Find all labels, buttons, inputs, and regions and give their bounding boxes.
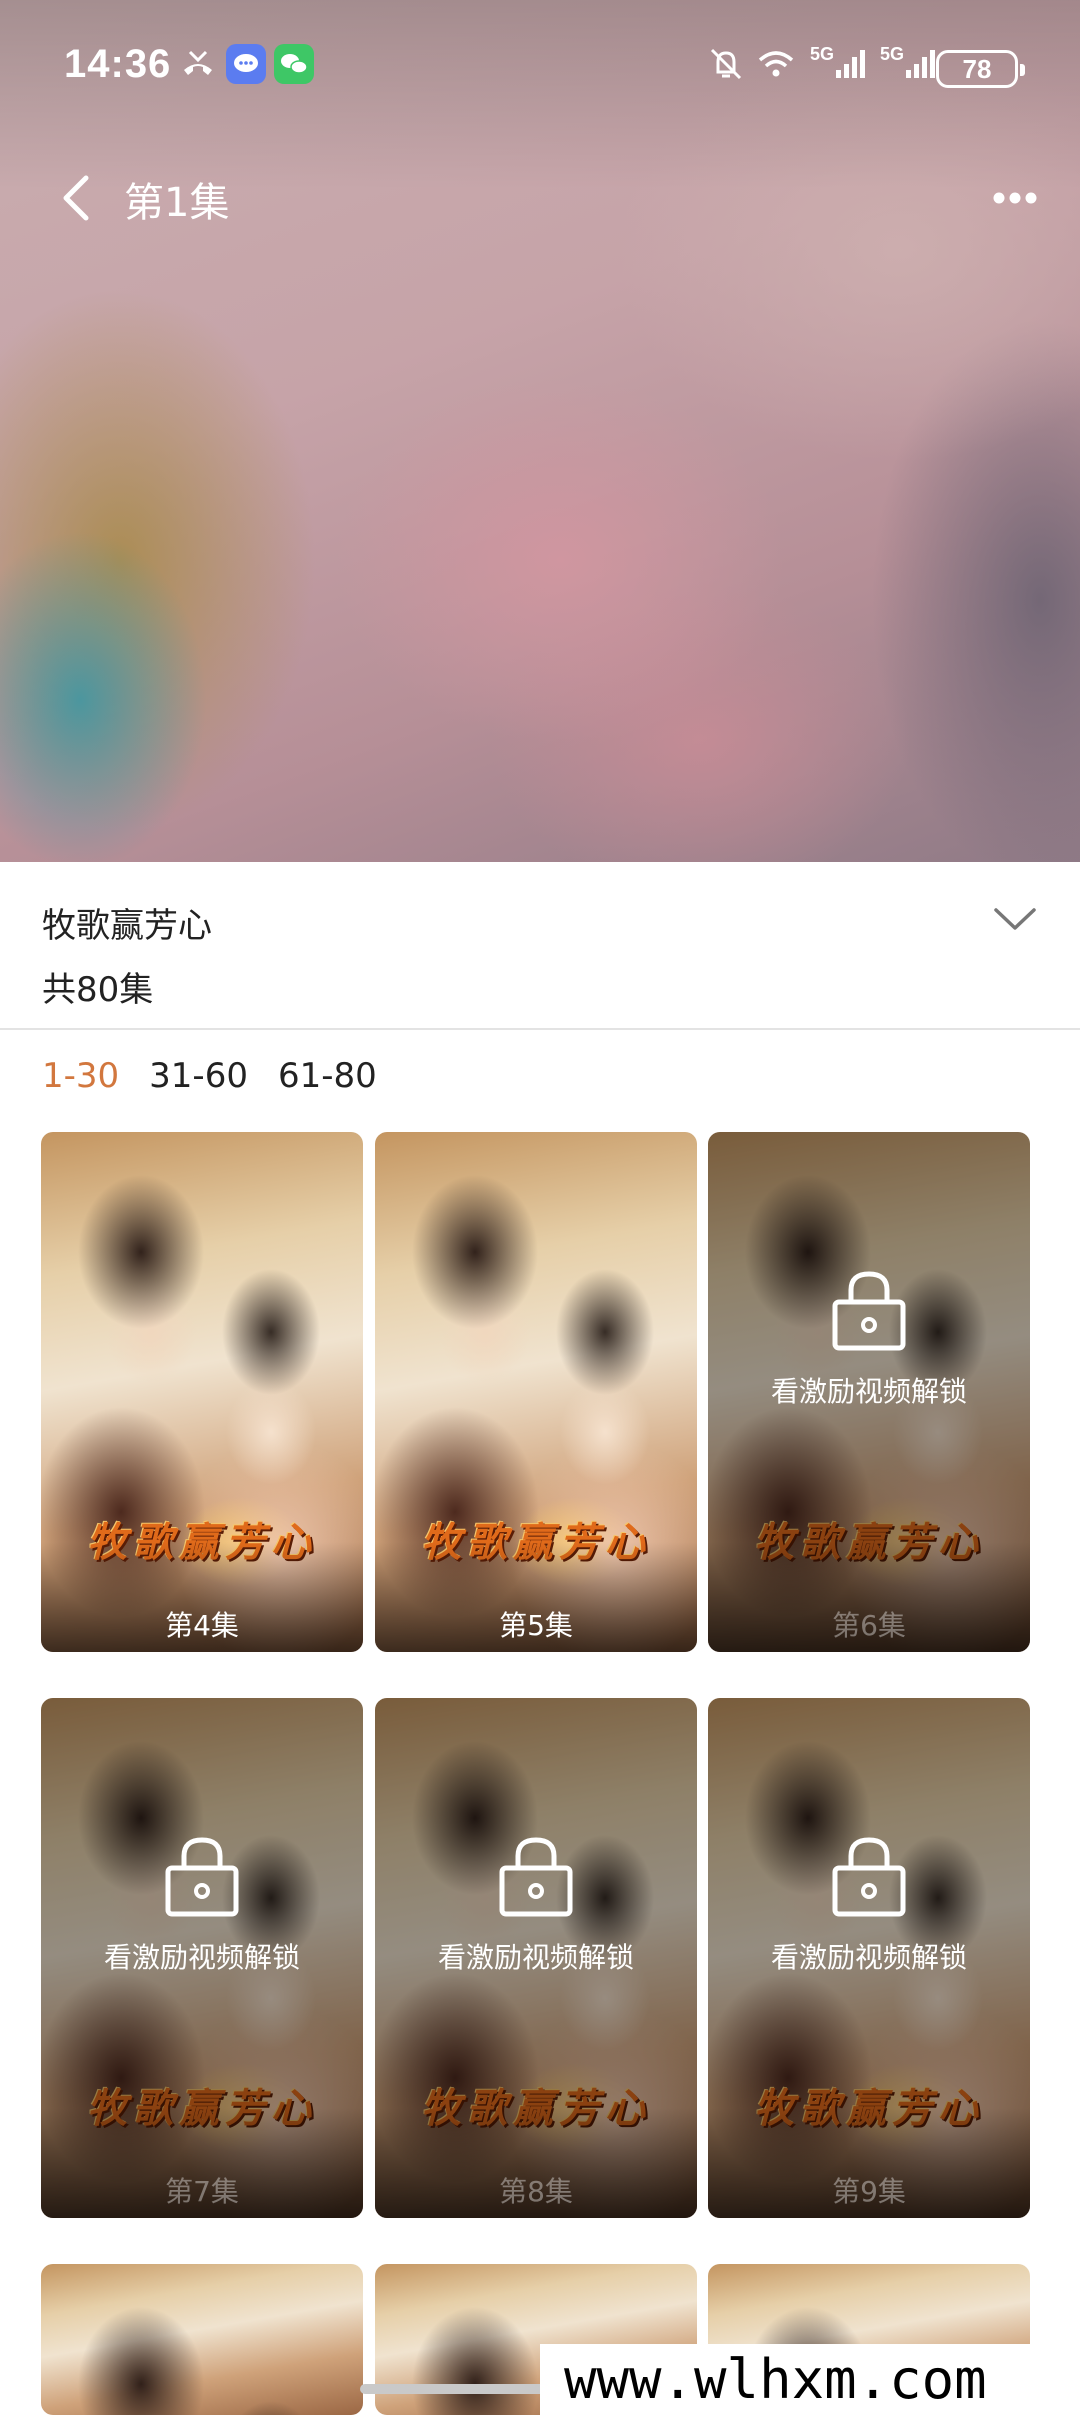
episode-label: 第4集 bbox=[165, 1609, 239, 1642]
missed-call-icon bbox=[184, 50, 212, 75]
lock-icon bbox=[832, 1837, 906, 1917]
mute-icon bbox=[710, 48, 742, 80]
episode-label: 第5集 bbox=[499, 1609, 573, 1642]
episode-card[interactable] bbox=[41, 2264, 363, 2415]
episode-card-locked[interactable]: 牧歌赢芳心 看激励视频解锁 第7集 bbox=[41, 1698, 363, 2218]
episode-card-locked[interactable]: 牧歌赢芳心 看激励视频解锁 第8集 bbox=[375, 1698, 697, 2218]
watermark: www.wlhxm.com bbox=[540, 2344, 1080, 2415]
episode-label: 第6集 bbox=[832, 1609, 906, 1642]
divider bbox=[0, 1028, 1080, 1030]
episode-label: 第8集 bbox=[499, 2175, 573, 2208]
app-root: 14:36 5G 5G 78 第1集 牧歌赢芳心 共80集 1-30 31-60… bbox=[0, 0, 1080, 2415]
messages-app-icon bbox=[226, 44, 266, 84]
status-time: 14:36 bbox=[64, 42, 172, 86]
episode-card-locked[interactable]: 牧歌赢芳心 看激励视频解锁 第6集 bbox=[708, 1132, 1030, 1652]
episode-card-locked[interactable]: 牧歌赢芳心 看激励视频解锁 第9集 bbox=[708, 1698, 1030, 2218]
range-tab-1-30[interactable]: 1-30 bbox=[42, 1056, 119, 1106]
lock-icon bbox=[165, 1837, 239, 1917]
unlock-prompt: 看激励视频解锁 bbox=[770, 1941, 967, 1974]
status-bar: 14:36 5G 5G 78 bbox=[0, 28, 1080, 108]
episode-label: 第9集 bbox=[832, 2175, 906, 2208]
network-type-2: 5G bbox=[880, 44, 905, 64]
top-nav: 第1集 bbox=[0, 152, 1080, 242]
episode-card[interactable]: 牧歌赢芳心 第5集 bbox=[375, 1132, 697, 1652]
episode-range-tabs: 1-30 31-60 61-80 bbox=[42, 1056, 377, 1106]
episode-title: 第1集 bbox=[124, 180, 230, 226]
episode-label: 第7集 bbox=[165, 2175, 239, 2208]
range-tab-61-80[interactable]: 61-80 bbox=[278, 1056, 377, 1106]
episode-card[interactable]: 牧歌赢芳心 第4集 bbox=[41, 1132, 363, 1652]
lock-icon bbox=[499, 1837, 573, 1917]
range-tab-31-60[interactable]: 31-60 bbox=[149, 1056, 248, 1106]
network-type-1: 5G bbox=[810, 44, 835, 64]
unlock-prompt: 看激励视频解锁 bbox=[437, 1941, 634, 1974]
back-button[interactable] bbox=[50, 168, 110, 228]
expand-chevron-icon[interactable] bbox=[990, 898, 1040, 942]
episode-count: 共80集 bbox=[42, 970, 154, 1010]
video-player[interactable]: 14:36 5G 5G 78 第1集 bbox=[0, 0, 1080, 862]
unlock-prompt: 看激励视频解锁 bbox=[770, 1375, 967, 1408]
more-options-button[interactable] bbox=[980, 172, 1050, 224]
wechat-app-icon bbox=[274, 44, 314, 84]
unlock-prompt: 看激励视频解锁 bbox=[103, 1941, 300, 1974]
signal-icon bbox=[836, 50, 865, 78]
wifi-icon bbox=[758, 51, 794, 77]
battery-icon: 78 bbox=[936, 50, 1025, 88]
battery-level: 78 bbox=[962, 54, 992, 84]
lock-icon bbox=[832, 1271, 906, 1351]
drama-title: 牧歌赢芳心 bbox=[42, 906, 212, 946]
